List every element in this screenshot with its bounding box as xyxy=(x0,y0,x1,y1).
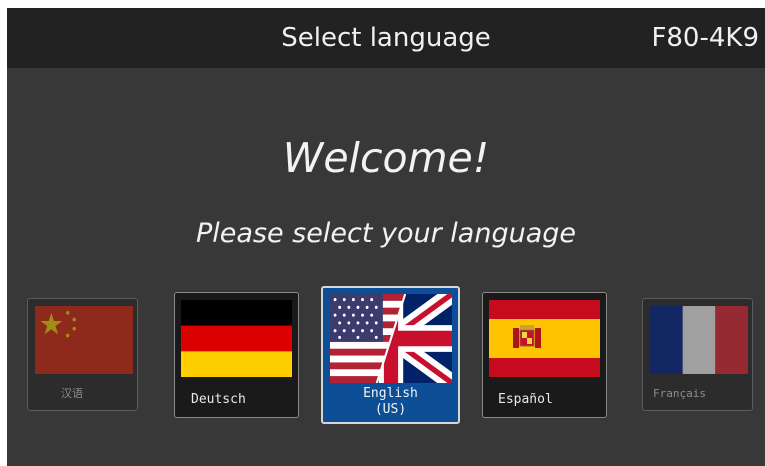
device-code: F80-4K9 xyxy=(651,23,759,53)
germany-flag-icon xyxy=(181,300,292,377)
language-label: Deutsch xyxy=(191,392,246,407)
language-label: Français xyxy=(653,387,706,400)
spain-flag-icon xyxy=(489,300,600,377)
language-option-chinese[interactable]: 汉语 xyxy=(27,298,138,411)
language-option-deutsch[interactable]: Deutsch xyxy=(174,292,299,418)
language-option-espanol[interactable]: Español xyxy=(482,292,607,418)
header-bar: Select language F80-4K9 xyxy=(7,8,765,68)
language-selection-screen: Select language F80-4K9 Welcome! Please … xyxy=(7,8,765,466)
welcome-heading: Welcome! xyxy=(282,134,490,182)
language-label: Español xyxy=(498,392,553,407)
france-flag-icon xyxy=(650,306,748,374)
language-option-english-us[interactable]: English (US) xyxy=(321,286,460,424)
language-label: English (US) xyxy=(363,386,418,417)
language-option-francais[interactable]: Français xyxy=(642,298,753,411)
china-flag-icon xyxy=(35,306,133,374)
language-label: 汉语 xyxy=(61,387,83,400)
us-uk-flag-icon xyxy=(330,294,452,383)
language-prompt: Please select your language xyxy=(195,218,576,249)
